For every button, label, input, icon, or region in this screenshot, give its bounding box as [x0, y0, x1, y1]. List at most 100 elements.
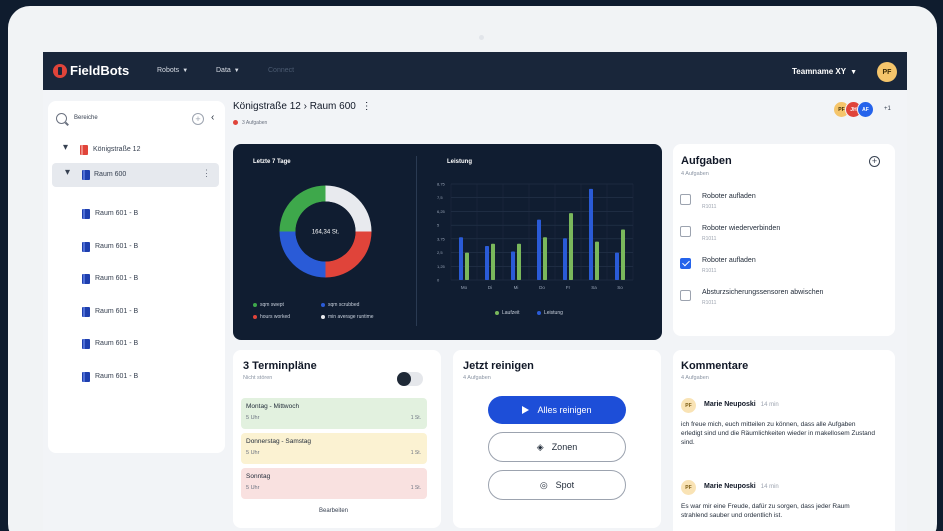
- add-task-icon[interactable]: +: [869, 156, 880, 167]
- task-checkbox[interactable]: [680, 290, 691, 301]
- comment-author: Marie Neuposki 14 min: [704, 483, 779, 490]
- x-tick-label: Do: [539, 285, 545, 290]
- schedule-days: Sonntag: [246, 473, 271, 480]
- task-checkbox[interactable]: [680, 226, 691, 237]
- sidebar: Bereiche + ‹ ▾ Königstraße 12 ▾ Raum 600 ⋮ Ra…: [48, 101, 225, 453]
- sidebar-item-raum-601-b[interactable]: Raum 601 - B: [48, 365, 225, 389]
- add-area-icon[interactable]: +: [192, 113, 204, 125]
- comment-time: 14 min: [760, 402, 779, 408]
- sidebar-item-raum-601-b[interactable]: Raum 601 - B: [48, 267, 225, 291]
- legend-item: hours worked: [253, 314, 290, 320]
- top-navigation-bar: FieldBots Robots ▼ Data ▼ Connect Teamname…: [43, 52, 907, 90]
- area-search[interactable]: Bereiche + ‹: [56, 112, 216, 127]
- bar-leistung-mo: [459, 237, 463, 280]
- task-checkbox-checked[interactable]: [680, 258, 691, 269]
- building-icon: [80, 145, 88, 155]
- chevron-down-icon[interactable]: ▾: [63, 142, 68, 153]
- bar-laufzeit-do: [543, 237, 547, 280]
- x-tick-label: Mi: [514, 285, 519, 290]
- sidebar-item-raum-601-b[interactable]: Raum 601 - B: [48, 235, 225, 259]
- breadcrumb-subtitle: 3 Aufgaben: [233, 120, 267, 126]
- task-code: R1011: [702, 204, 717, 210]
- task-item[interactable]: Roboter aufladen R1011: [680, 256, 875, 282]
- do-not-disturb-toggle[interactable]: [397, 372, 423, 386]
- spot-button[interactable]: ◎ Spot: [488, 470, 626, 500]
- brand-logo[interactable]: FieldBots: [53, 63, 129, 78]
- clean-all-button[interactable]: Alles reinigen: [488, 396, 626, 424]
- legend-label: Laufzeit: [502, 310, 520, 316]
- chevron-down-icon: ▼: [233, 68, 240, 74]
- user-avatar[interactable]: PF: [877, 62, 897, 82]
- sidebar-item-raum-601-b[interactable]: Raum 601 - B: [48, 332, 225, 356]
- spot-label: Spot: [555, 480, 575, 490]
- sidebar-item-label: Raum 601 - B: [95, 210, 139, 217]
- sidebar-item-label: Raum 601 - B: [95, 308, 139, 315]
- sidebar-item-raum-601-b[interactable]: Raum 601 - B: [48, 202, 225, 226]
- more-collaborators-count[interactable]: +1: [884, 106, 891, 112]
- schedule-duration: 1 St.: [410, 485, 421, 491]
- task-label: Roboter aufladen: [702, 193, 756, 200]
- chevron-down-icon: ▼: [182, 68, 189, 74]
- avatar: PF: [681, 480, 696, 495]
- schedule-item[interactable]: Donnerstag - Samstag 5 Uhr 1 St.: [241, 433, 427, 464]
- sidebar-item-raum-601-b[interactable]: Raum 601 - B: [48, 300, 225, 324]
- camera-dot: [479, 35, 484, 40]
- x-tick-label: Mo: [461, 285, 468, 290]
- legend-item: Laufzeit: [495, 310, 520, 316]
- nav-robots[interactable]: Robots ▼: [157, 67, 188, 74]
- task-item[interactable]: Roboter aufladen R1011: [680, 192, 875, 218]
- nav-connect[interactable]: Connect: [268, 67, 294, 74]
- schedules-card: 3 Terminpläne Nicht stören Montag - Mitt…: [233, 350, 441, 528]
- schedule-time: 5 Uhr: [246, 415, 260, 421]
- task-checkbox[interactable]: [680, 194, 691, 205]
- legend-dot: [253, 302, 257, 307]
- room-icon: [82, 170, 90, 180]
- more-options-icon[interactable]: ⋮: [362, 101, 372, 112]
- avatar: PF: [681, 398, 696, 413]
- comments-subtitle: 4 Aufgaben: [681, 375, 709, 381]
- statistics-card: Letzte 7 Tage 164,34 St. sqm swept sqm s…: [233, 144, 662, 340]
- schedule-days: Montag - Mittwoch: [246, 403, 300, 410]
- task-count: 3 Aufgaben: [242, 120, 268, 126]
- bar-legend: Laufzeit Leistung: [495, 310, 615, 320]
- more-options-icon[interactable]: ⋮: [202, 168, 211, 179]
- donut-center-label: 164,34 St.: [312, 230, 340, 236]
- sidebar-item-label: Raum 601 - B: [95, 275, 139, 282]
- schedule-duration: 1 St.: [410, 450, 421, 456]
- task-code: R1011: [702, 300, 717, 306]
- sidebar-item-label: Königstraße 12: [93, 146, 141, 153]
- tasks-title: Aufgaben: [681, 155, 732, 167]
- chart-divider: [416, 156, 417, 326]
- tasks-card: Aufgaben 4 Aufgaben + Roboter aufladen R…: [673, 144, 895, 336]
- task-item[interactable]: Roboter wiederverbinden R1011: [680, 224, 875, 250]
- target-icon: ◎: [539, 479, 548, 490]
- zones-button[interactable]: ◈ Zonen: [488, 432, 626, 462]
- brand-name: FieldBots: [70, 63, 130, 78]
- collapse-sidebar-icon[interactable]: ‹: [211, 112, 214, 123]
- chevron-down-icon[interactable]: ▾: [65, 167, 70, 178]
- legend-dot: [537, 310, 541, 315]
- schedule-item[interactable]: Montag - Mittwoch 5 Uhr 1 St.: [241, 398, 427, 429]
- team-switcher[interactable]: Teamname XY ▼: [792, 67, 857, 76]
- toggle-knob: [397, 372, 411, 386]
- nav-data[interactable]: Data ▼: [216, 67, 240, 74]
- sidebar-item-label: Raum 601 - B: [95, 340, 139, 347]
- legend-item: sqm scrubbed: [321, 302, 359, 308]
- legend-label: Leistung: [544, 310, 563, 316]
- schedule-item[interactable]: Sonntag 5 Uhr 1 St.: [241, 468, 427, 499]
- task-item[interactable]: Absturzsicherungssensoren abwischen R101…: [680, 288, 875, 314]
- task-label: Roboter aufladen: [702, 257, 756, 264]
- sidebar-item-raum-600[interactable]: ▾ Raum 600 ⋮: [52, 163, 219, 187]
- avatar[interactable]: AF: [857, 101, 874, 118]
- fieldbots-logo-icon: [53, 63, 67, 78]
- sidebar-item-königstraße-12[interactable]: ▾ Königstraße 12: [48, 138, 225, 162]
- y-tick-label: 1,25: [437, 264, 446, 269]
- legend-dot: [253, 314, 257, 319]
- bar-leistung-sa: [589, 188, 593, 280]
- play-icon: [522, 406, 530, 414]
- bar-laufzeit-di: [491, 243, 495, 280]
- room-icon: [82, 339, 90, 349]
- edit-schedules-link[interactable]: Bearbeiten: [319, 508, 348, 514]
- bar-laufzeit-mo: [465, 252, 469, 280]
- donut-chart: 164,34 St.: [279, 185, 372, 278]
